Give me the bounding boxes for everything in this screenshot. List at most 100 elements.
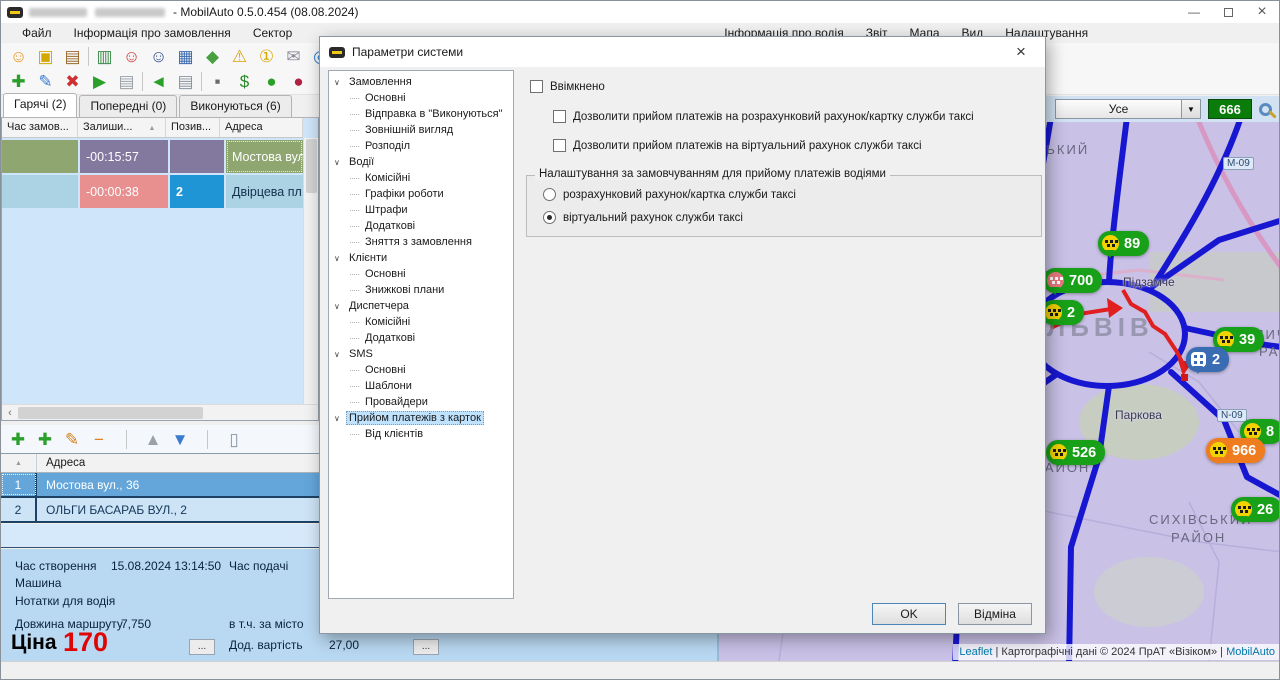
stats-monitor-icon[interactable]: ▦ [173, 45, 198, 68]
tree-item[interactable]: Розподіл [329, 138, 513, 154]
settlement-account-radio-row[interactable]: розрахунковий рахунок/картка служби такс… [543, 188, 796, 201]
close-button[interactable]: × [1245, 1, 1279, 23]
column-header-time[interactable]: Час замов... [2, 118, 78, 137]
tree-item[interactable]: Додаткові [329, 218, 513, 234]
tree-item[interactable]: Диспетчера [329, 298, 513, 314]
address-edit-icon[interactable]: ✎ [60, 428, 84, 451]
order-delete-icon[interactable]: ✖ [60, 70, 85, 93]
tree-item[interactable]: Знижкові плани [329, 282, 513, 298]
tree-item[interactable]: Водії [329, 154, 513, 170]
tree-item[interactable]: Графіки роботи [329, 186, 513, 202]
chevron-down-icon[interactable]: ▼ [1181, 100, 1200, 118]
tree-item[interactable]: Шаблони [329, 378, 513, 394]
tree-item[interactable]: Відправка в "Виконуються" [329, 106, 513, 122]
tree-item[interactable]: Комісійні [329, 314, 513, 330]
address-insert-icon[interactable]: ✚ [33, 428, 57, 451]
price-more-button[interactable]: ... [189, 639, 215, 655]
allow-virtual-account-checkbox-row[interactable]: Дозволити прийом платежів на віртуальний… [553, 139, 922, 152]
move-down-icon[interactable]: ▼ [168, 428, 192, 451]
tree-item[interactable]: Від клієнтів [329, 426, 513, 442]
tree-item[interactable]: Додаткові [329, 330, 513, 346]
address-add-icon[interactable]: ✚ [6, 428, 30, 451]
tree-item[interactable]: Основні [329, 362, 513, 378]
column-header-remaining[interactable]: Залиши... [78, 118, 166, 137]
tree-item[interactable]: Провайдери [329, 394, 513, 410]
order-import-icon[interactable]: ◄ [146, 70, 171, 93]
calc-red-icon[interactable]: ● [286, 70, 311, 93]
driver-icon[interactable]: ☺ [146, 45, 171, 68]
plugin-icon[interactable]: ◆ [200, 45, 225, 68]
report-icon[interactable]: ▥ [92, 45, 117, 68]
checkbox[interactable] [553, 110, 566, 123]
extra-cost-more-button[interactable]: ... [413, 639, 439, 655]
cancel-button[interactable]: Відміна [958, 603, 1032, 625]
tree-item[interactable]: Зовнішній вигляд [329, 122, 513, 138]
order-row[interactable]: -00:00:38 2 Двірцева пл., 1 [2, 175, 303, 208]
tree-item[interactable]: Прийом платежів з карток [329, 410, 513, 426]
dialog-close-button[interactable]: × [1006, 37, 1036, 67]
address-remove-icon[interactable]: − [87, 428, 111, 451]
order-row[interactable]: -00:15:57 Мостова вул., 36 [2, 140, 303, 173]
order-archive-icon[interactable]: ▤ [114, 70, 139, 93]
map-marker[interactable]: 700 [1043, 268, 1102, 293]
driver-filter-dropdown[interactable]: Усе ▼ [1055, 99, 1201, 119]
ok-button[interactable]: OK [872, 603, 946, 625]
scrollbar-thumb[interactable] [306, 139, 317, 193]
column-header-address[interactable]: Адреса [37, 454, 319, 472]
tree-item[interactable]: Основні [329, 90, 513, 106]
doc-green-icon[interactable]: ● [259, 70, 284, 93]
tree-item[interactable]: Штрафи [329, 202, 513, 218]
coin-icon[interactable]: ① [254, 45, 279, 68]
map-marker[interactable]: 526 [1046, 440, 1105, 465]
address-row[interactable]: 1 Мостова вул., 36 [1, 473, 319, 498]
minimize-button[interactable]: — [1177, 1, 1211, 23]
order-start-icon[interactable]: ▶ [87, 70, 112, 93]
mobilauto-link[interactable]: MobilAuto [1226, 646, 1275, 658]
warning-icon[interactable]: ⚠ [227, 45, 252, 68]
tree-item[interactable]: Замовлення [329, 74, 513, 90]
mail-icon[interactable]: ✉ [281, 45, 306, 68]
scrollbar-thumb[interactable] [18, 407, 203, 419]
client-icon[interactable]: ☺ [119, 45, 144, 68]
menu-item[interactable]: Файл [11, 24, 63, 42]
enabled-checkbox-row[interactable]: Ввімкнено [530, 80, 605, 93]
map-marker[interactable]: 89 [1098, 231, 1149, 256]
tree-item[interactable]: SMS [329, 346, 513, 362]
checkbox[interactable] [530, 80, 543, 93]
tree-item[interactable]: Клієнти [329, 250, 513, 266]
vertical-scrollbar[interactable] [303, 138, 318, 404]
database-stack-icon[interactable]: ▤ [173, 70, 198, 93]
briefcase-icon[interactable]: ▤ [60, 45, 85, 68]
virtual-account-radio-row[interactable]: віртуальний рахунок служби таксі [543, 211, 743, 224]
sort-icon[interactable]: ▲ [1, 454, 37, 472]
map-marker[interactable]: 2 [1041, 300, 1084, 325]
calc-money-icon[interactable]: $ [232, 70, 257, 93]
menu-item[interactable]: Інформація про замовлення [63, 24, 242, 42]
column-header-address[interactable]: Адреса [220, 118, 303, 137]
map-marker[interactable]: 966 [1206, 438, 1265, 463]
tab[interactable]: Виконуються (6) [179, 95, 291, 117]
order-edit-icon[interactable]: ✎ [33, 70, 58, 93]
move-up-icon[interactable]: ▲ [141, 428, 165, 451]
tree-item[interactable]: Комісійні [329, 170, 513, 186]
taxi-icon[interactable]: ▣ [33, 45, 58, 68]
tab[interactable]: Попередні (0) [79, 95, 177, 117]
tree-item[interactable]: Основні [329, 266, 513, 282]
panel-icon[interactable]: ▪ [205, 70, 230, 93]
restore-button[interactable] [1211, 1, 1245, 23]
search-icon[interactable] [1259, 103, 1272, 116]
tab[interactable]: Гарячі (2) [3, 93, 77, 117]
trash-icon[interactable]: ▯ [222, 428, 246, 451]
column-header-callsign[interactable]: Позив... [166, 118, 220, 137]
map-marker[interactable]: 2 [1186, 347, 1229, 372]
tree-item[interactable]: Зняття з замовлення [329, 234, 513, 250]
map-marker[interactable]: 26 [1231, 497, 1280, 522]
horizontal-scrollbar[interactable]: ‹ [2, 404, 318, 420]
radio-button[interactable] [543, 188, 556, 201]
leaflet-link[interactable]: Leaflet [959, 646, 992, 658]
radio-button[interactable] [543, 211, 556, 224]
allow-settlement-account-checkbox-row[interactable]: Дозволити прийом платежів на розрахунков… [553, 110, 974, 123]
address-row[interactable]: 2 ОЛЬГИ БАСАРАБ ВУЛ., 2 [1, 498, 319, 523]
order-add-icon[interactable]: ✚ [6, 70, 31, 93]
checkbox[interactable] [553, 139, 566, 152]
